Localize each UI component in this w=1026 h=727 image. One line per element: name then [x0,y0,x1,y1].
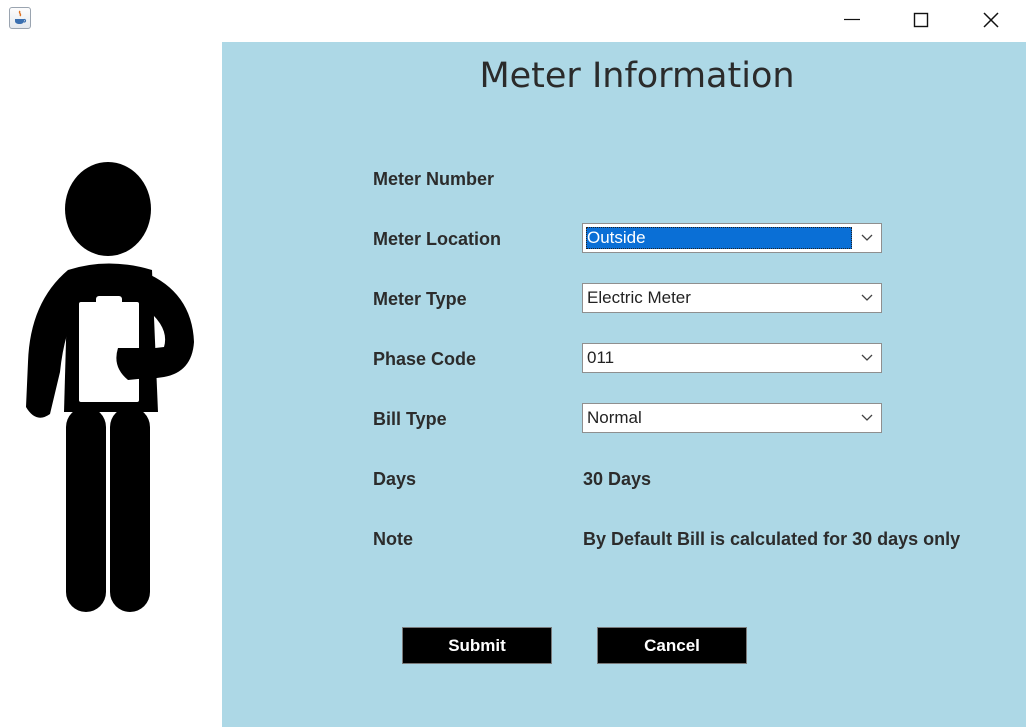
phase-code-select[interactable]: 011 [582,343,882,373]
page-title: Meter Information [479,56,795,96]
bill-type-selected-value: Normal [587,408,642,427]
phase-code-label: Phase Code [373,349,477,369]
bill-type-select[interactable]: Normal [582,403,882,433]
note-value: By Default Bill is calculated for 30 day… [583,529,961,549]
meter-location-selected-value: Outside [586,227,852,249]
person-with-clipboard-icon [26,162,194,612]
phase-code-selected-value: 011 [587,348,615,367]
meter-type-selected-value: Electric Meter [587,288,691,307]
bill-type-label: Bill Type [373,409,447,429]
days-label: Days [373,469,417,489]
chevron-down-icon [861,414,873,421]
maximize-icon [913,12,929,28]
meter-location-label: Meter Location [373,229,502,249]
meter-type-select[interactable]: Electric Meter [582,283,882,313]
chevron-down-icon [861,234,873,241]
maximize-button[interactable] [898,0,944,40]
chevron-down-icon [861,354,873,361]
meter-location-select[interactable]: Outside [582,223,882,253]
note-label: Note [373,529,413,549]
minimize-button[interactable] [829,0,875,40]
meter-type-label: Meter Type [373,289,467,309]
close-button[interactable] [968,0,1014,40]
java-app-icon [9,7,31,29]
chevron-down-icon [861,294,873,301]
minimize-icon [844,18,860,21]
illustration-panel [0,42,222,727]
close-icon [983,12,999,28]
title-bar [0,0,1026,42]
days-value: 30 Days [583,469,652,489]
submit-button[interactable]: Submit [402,627,552,664]
meter-form-panel: Meter Information Meter Number Meter Loc… [222,42,1026,727]
cancel-button[interactable]: Cancel [597,627,747,664]
meter-number-label: Meter Number [373,169,495,189]
